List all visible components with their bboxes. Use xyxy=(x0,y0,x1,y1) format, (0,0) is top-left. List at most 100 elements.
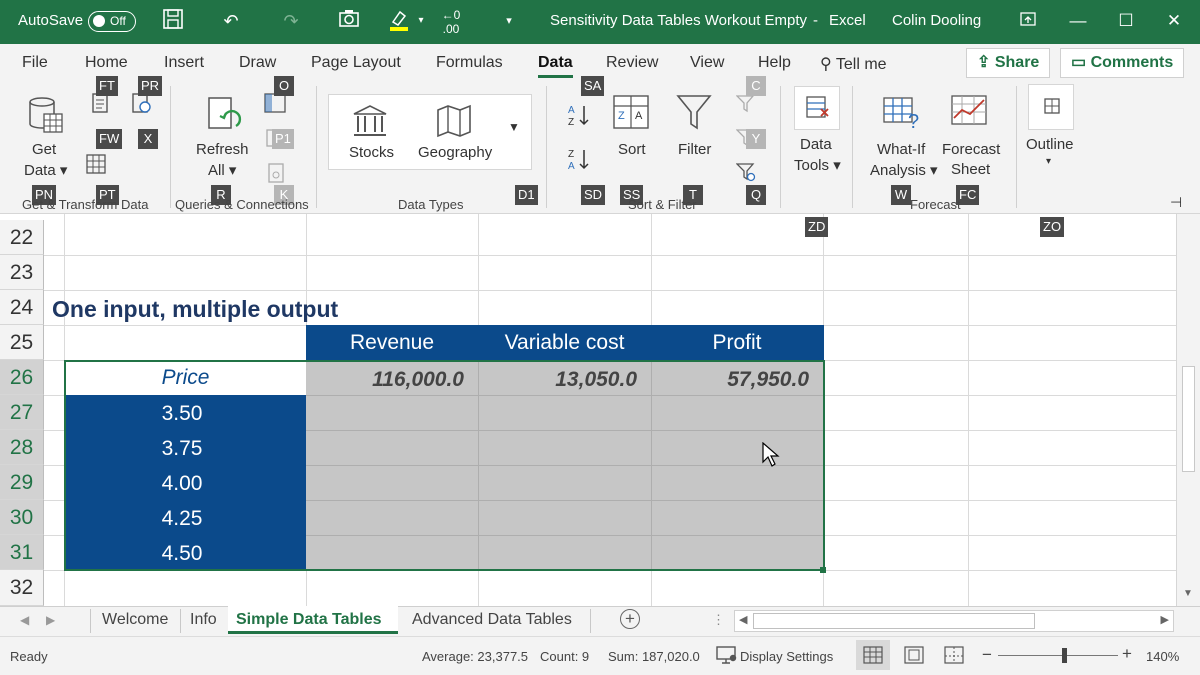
zoom-level[interactable]: 140% xyxy=(1146,649,1179,664)
tab-draw[interactable]: Draw xyxy=(239,54,276,72)
data-types-expand-icon[interactable]: ▼ xyxy=(508,120,520,134)
sheet-tab-info[interactable]: Info xyxy=(190,611,217,629)
tab-view[interactable]: View xyxy=(690,54,724,72)
zoom-slider-track[interactable] xyxy=(998,655,1118,656)
row-header[interactable]: 28 xyxy=(0,430,44,465)
vertical-scrollbar[interactable]: ▼ xyxy=(1176,214,1200,606)
tab-file[interactable]: File xyxy=(22,54,48,72)
page-layout-view-icon[interactable] xyxy=(904,646,924,669)
share-button[interactable]: ⇪ Share xyxy=(966,48,1051,78)
stocks-icon[interactable] xyxy=(352,104,388,143)
forecast-sheet-label-2[interactable]: Sheet xyxy=(951,161,990,178)
get-data-label-2[interactable]: Data ▾ xyxy=(24,161,67,179)
from-text-icon[interactable] xyxy=(90,92,110,119)
row-header[interactable]: 25 xyxy=(0,325,44,360)
pin-ribbon-icon[interactable]: ⊣ xyxy=(1170,194,1182,211)
maximize-icon[interactable]: ☐ xyxy=(1106,6,1146,36)
split-handle-icon[interactable]: ⋮ xyxy=(712,612,725,628)
undo-icon[interactable]: ↶ xyxy=(218,8,244,34)
tab-help[interactable]: Help xyxy=(758,54,791,72)
stocks-label[interactable]: Stocks xyxy=(349,144,394,161)
refresh-all-label-2[interactable]: All ▾ xyxy=(208,161,236,179)
chevron-down-icon[interactable]: ▾ xyxy=(408,8,434,34)
recent-sources-icon[interactable] xyxy=(130,92,152,119)
scroll-down-icon[interactable]: ▼ xyxy=(1183,588,1193,599)
refresh-icon[interactable] xyxy=(206,96,244,141)
outline-dropdown-icon[interactable]: ▾ xyxy=(1046,156,1051,167)
row-header[interactable]: 27 xyxy=(0,395,44,430)
comments-button[interactable]: ▭ Comments xyxy=(1060,48,1184,78)
tab-home[interactable]: Home xyxy=(85,54,128,72)
row-header[interactable]: 29 xyxy=(0,465,44,500)
row-header[interactable]: 22 xyxy=(0,220,44,255)
row-header[interactable]: 23 xyxy=(0,255,44,290)
outline-icon[interactable] xyxy=(1028,84,1074,130)
row-header[interactable]: 32 xyxy=(0,570,44,606)
worksheet-grid[interactable]: Revenue Variable cost Profit One input, … xyxy=(0,214,1200,606)
customize-toolbar-icon[interactable]: ▾ xyxy=(496,8,522,34)
camera-icon[interactable] xyxy=(336,8,362,34)
sort-descending-icon[interactable]: ZA xyxy=(566,146,592,177)
what-if-label-1[interactable]: What-If xyxy=(877,141,925,158)
data-tools-label-1[interactable]: Data xyxy=(800,136,832,153)
fill-handle[interactable] xyxy=(820,567,826,573)
user-name[interactable]: Colin Dooling xyxy=(892,12,981,29)
horizontal-scroll-thumb[interactable] xyxy=(753,613,1035,629)
tab-review[interactable]: Review xyxy=(606,54,658,72)
data-tools-label-2[interactable]: Tools ▾ xyxy=(794,156,841,174)
display-settings-icon[interactable] xyxy=(716,646,738,669)
filter-label[interactable]: Filter xyxy=(678,141,711,158)
normal-view-icon[interactable] xyxy=(863,646,883,669)
next-sheet-icon[interactable]: ▶ xyxy=(46,613,55,627)
header-profit[interactable]: Profit xyxy=(651,331,823,355)
tab-page-layout[interactable]: Page Layout xyxy=(311,54,401,72)
minimize-icon[interactable]: — xyxy=(1058,6,1098,36)
scrollbar-thumb[interactable] xyxy=(1182,366,1195,472)
sheet-tab-simple-data-tables[interactable]: Simple Data Tables xyxy=(236,611,382,629)
zoom-in-icon[interactable]: + xyxy=(1122,644,1132,664)
queries-connections-icon[interactable] xyxy=(264,93,286,118)
refresh-all-label-1[interactable]: Refresh xyxy=(196,141,249,158)
outline-label[interactable]: Outline xyxy=(1026,136,1074,153)
autosave-toggle[interactable]: Off xyxy=(88,11,136,32)
from-table-icon[interactable] xyxy=(86,154,106,179)
row-header[interactable]: 30 xyxy=(0,500,44,535)
display-settings-label[interactable]: Display Settings xyxy=(740,649,833,664)
scroll-right-icon[interactable]: ▶ xyxy=(1161,613,1169,626)
prev-sheet-icon[interactable]: ◀ xyxy=(20,613,29,627)
ribbon-display-icon[interactable] xyxy=(1008,6,1048,36)
tab-data[interactable]: Data xyxy=(538,54,573,78)
geography-icon[interactable] xyxy=(436,104,472,143)
sort-label[interactable]: Sort xyxy=(618,141,646,158)
row-header[interactable]: 31 xyxy=(0,535,44,570)
close-icon[interactable]: ✕ xyxy=(1154,6,1194,36)
geography-label[interactable]: Geography xyxy=(418,144,492,161)
clear-filter-icon[interactable] xyxy=(735,94,756,119)
header-revenue[interactable]: Revenue xyxy=(306,331,478,355)
sort-icon[interactable]: ZA xyxy=(612,94,650,135)
get-data-label-1[interactable]: Get xyxy=(32,141,56,158)
decrease-decimal-icon[interactable]: ←0.00 xyxy=(438,8,464,36)
database-icon[interactable] xyxy=(28,96,64,141)
data-tools-icon[interactable] xyxy=(794,86,840,130)
forecast-sheet-label-1[interactable]: Forecast xyxy=(942,141,1000,158)
sheet-tab-advanced-data-tables[interactable]: Advanced Data Tables xyxy=(412,611,572,629)
filter-icon[interactable] xyxy=(676,94,712,137)
tab-insert[interactable]: Insert xyxy=(164,54,204,72)
sheet-tab-welcome[interactable]: Welcome xyxy=(102,611,168,629)
header-variable-cost[interactable]: Variable cost xyxy=(478,331,651,355)
row-header[interactable]: 26 xyxy=(0,360,44,395)
advanced-filter-icon[interactable] xyxy=(735,162,756,187)
tell-me-search[interactable]: ⚲ Tell me xyxy=(820,54,887,74)
page-break-view-icon[interactable] xyxy=(944,646,964,669)
save-icon[interactable] xyxy=(160,8,186,34)
section-heading[interactable]: One input, multiple output xyxy=(52,296,338,323)
redo-icon[interactable]: ↷ xyxy=(278,8,304,34)
new-sheet-icon[interactable]: + xyxy=(620,609,640,629)
tab-formulas[interactable]: Formulas xyxy=(436,54,503,72)
horizontal-scrollbar[interactable]: ◀ ▶ xyxy=(734,610,1174,632)
scroll-left-icon[interactable]: ◀ xyxy=(739,613,747,626)
what-if-icon[interactable]: ? xyxy=(882,94,924,137)
row-header[interactable]: 24 xyxy=(0,290,44,325)
what-if-label-2[interactable]: Analysis ▾ xyxy=(870,161,938,179)
